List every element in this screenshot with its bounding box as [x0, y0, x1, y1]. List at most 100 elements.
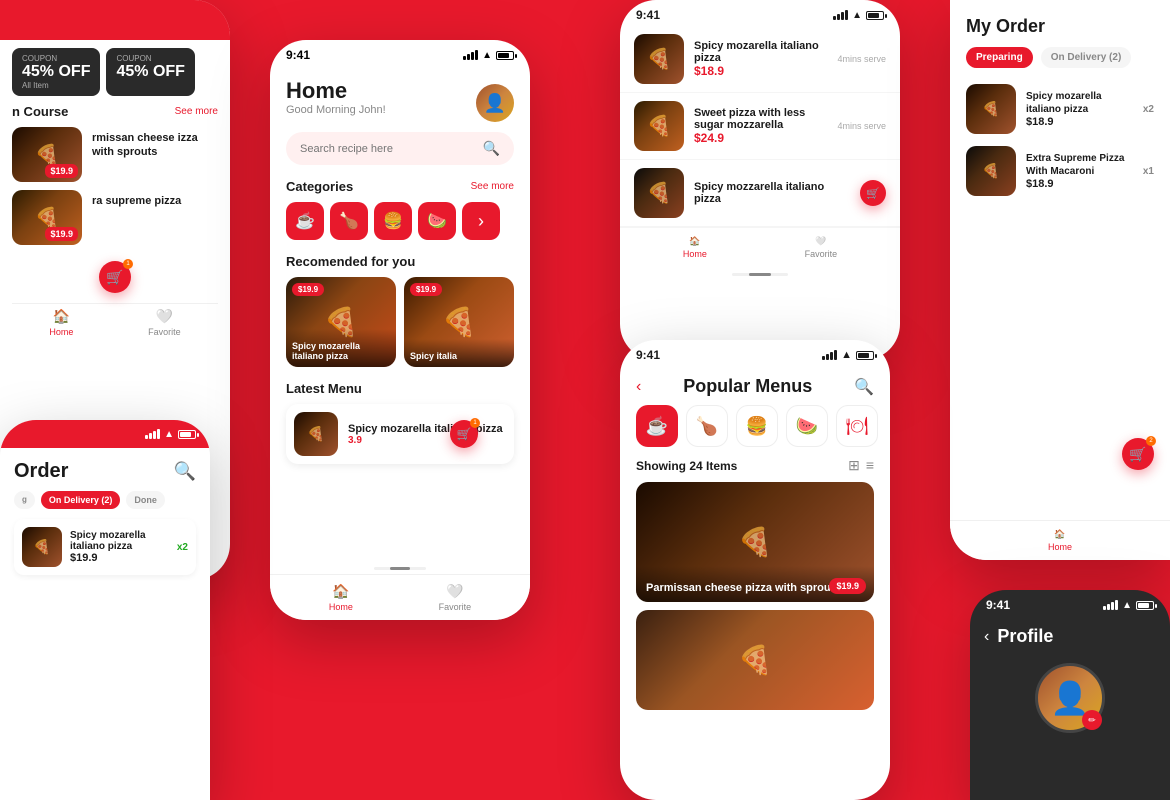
- battery-p3: [856, 351, 874, 360]
- battery-p5: [1136, 601, 1154, 610]
- nav-favorite-p1[interactable]: 🤍 Favorite: [439, 583, 472, 612]
- cat-btn-drinks[interactable]: ☕: [286, 202, 324, 240]
- tab-p4-preparing[interactable]: g: [14, 491, 35, 509]
- cart-fab-p6[interactable]: 🛒 1: [99, 261, 131, 293]
- add-to-cart-btn[interactable]: 🛒 1: [450, 420, 478, 448]
- status-bar-p1: 9:41 ▲: [270, 40, 530, 66]
- mli-serve-1: 4mins serve: [837, 54, 886, 64]
- list-view-icon[interactable]: ≡: [866, 457, 874, 474]
- course-item-1-name: rmissan cheese izza with sprouts: [92, 131, 218, 160]
- rec-price-2: $19.9: [410, 283, 442, 296]
- cat-btn-fruit[interactable]: 🍉: [418, 202, 456, 240]
- home-nav-icon: 🏠: [332, 583, 349, 600]
- nav-home-p7[interactable]: 🏠 Home: [683, 236, 707, 259]
- rec-card-1[interactable]: $19.9 Spicy mozarella italiano pizza: [286, 277, 396, 367]
- mli-img-3: [634, 168, 684, 218]
- nav-home-p2[interactable]: 🏠 Home: [1048, 529, 1072, 552]
- phone-profile: 9:41 ▲ ‹ Profile 👤 ✏: [970, 590, 1170, 800]
- coupon-1-sub: All Item: [22, 81, 90, 90]
- status-bar-p7: 9:41 ▲: [620, 0, 900, 26]
- cat-btn-burger[interactable]: 🍔: [374, 202, 412, 240]
- nav-favorite-p6[interactable]: 🤍 Favorite: [148, 308, 181, 337]
- latest-item-info: Spicy mozarella italiano pizza 3.9: [348, 423, 503, 446]
- order4-item-1[interactable]: Spicy mozarella italiano pizza $19.9 x2: [14, 519, 196, 575]
- rec-card-2[interactable]: $19.9 Spicy italia: [404, 277, 514, 367]
- coupon-2[interactable]: COUPON 45% OFF: [106, 48, 194, 96]
- pop-item-2[interactable]: [636, 610, 874, 710]
- user-avatar[interactable]: 👤: [476, 84, 514, 122]
- order-item-2[interactable]: Extra Supreme Pizza With Macaroni $18.9 …: [966, 146, 1154, 196]
- pop-cat-drinks[interactable]: ☕: [636, 405, 678, 447]
- grid-view-icon[interactable]: ⊞: [848, 457, 860, 474]
- mli-info-2: Sweet pizza with less sugar mozzarella $…: [694, 107, 827, 145]
- pop-item-1[interactable]: Parmissan cheese pizza with sprouts $19.…: [636, 482, 874, 602]
- tab-p4-done[interactable]: Done: [126, 491, 165, 509]
- order-item-2-name: Extra Supreme Pizza With Macaroni: [1026, 152, 1133, 178]
- signal-p4: [145, 429, 160, 439]
- see-more-course[interactable]: See more: [175, 106, 218, 117]
- mli-serve-2: 4mins serve: [837, 121, 886, 131]
- latest-item-img: [294, 412, 338, 456]
- favorite-icon-p6: 🤍: [156, 308, 173, 325]
- nav-home-p6[interactable]: 🏠 Home: [49, 308, 73, 337]
- see-more-categories[interactable]: See more: [471, 181, 514, 192]
- cart-fab-menu[interactable]: 🛒: [860, 180, 886, 206]
- coupon-1[interactable]: COUPON 45% OFF All Item: [12, 48, 100, 96]
- profile-edit-btn[interactable]: ✏: [1082, 710, 1102, 730]
- order-item-1[interactable]: Spicy mozarella italiano pizza $18.9 x2: [966, 84, 1154, 134]
- order-item-1-qty: x2: [1143, 104, 1154, 115]
- back-btn-p5[interactable]: ‹: [984, 628, 989, 646]
- order4-title: Order: [14, 460, 68, 483]
- mli-info-1: Spicy mozarella italiano pizza $18.9: [694, 40, 827, 78]
- search-icon-p4[interactable]: 🔍: [174, 461, 196, 482]
- latest-item-1[interactable]: Spicy mozarella italiano pizza 3.9 🛒 1: [286, 404, 514, 464]
- search-icon-p3[interactable]: 🔍: [854, 377, 874, 397]
- pop-cat-chicken[interactable]: 🍗: [686, 405, 728, 447]
- showing-count: Showing 24 Items: [636, 459, 737, 473]
- profile-header: ‹ Profile: [970, 616, 1170, 655]
- cat-btn-chicken[interactable]: 🍗: [330, 202, 368, 240]
- menu-list-item-2[interactable]: Sweet pizza with less sugar mozzarella $…: [620, 93, 900, 160]
- pop-cat-other[interactable]: 🍽: [836, 405, 878, 447]
- search-input[interactable]: [300, 143, 483, 155]
- mli-price-2: $24.9: [694, 131, 827, 145]
- p2-nav: 🏠 Home: [950, 520, 1170, 560]
- rec-label-1: Spicy mozarella italiano pizza: [286, 329, 396, 367]
- order4-item-img: [22, 527, 62, 567]
- coupon-2-label: COUPON: [116, 54, 184, 63]
- home-title: Home: [286, 78, 386, 104]
- pop-cat-fruit[interactable]: 🍉: [786, 405, 828, 447]
- cat-next-arrow[interactable]: ›: [462, 202, 500, 240]
- home-icon-p7: 🏠: [689, 236, 700, 247]
- phone-order-list: ▲ Order 🔍 g On Delivery (2) Done Spicy m…: [0, 420, 210, 800]
- order-item-1-price: $18.9: [1026, 116, 1133, 128]
- mli-img-1: [634, 34, 684, 84]
- categories-row: ☕ 🍗 🍔 🍉 ›: [286, 202, 514, 240]
- course-item-1-price: $19.9: [45, 164, 78, 178]
- menu-list-item-1[interactable]: Spicy mozarella italiano pizza $18.9 4mi…: [620, 26, 900, 93]
- course-item-2-price: $19.9: [45, 227, 78, 241]
- menu-list-item-3[interactable]: Spicy mozzarella italiano pizza 🛒: [620, 160, 900, 227]
- popular-grid: Parmissan cheese pizza with sprouts $19.…: [620, 482, 890, 710]
- nav-fav-p7[interactable]: 🤍 Favorite: [805, 236, 838, 259]
- course-item-2-img: $19.9: [12, 190, 82, 245]
- nav-home-p1[interactable]: 🏠 Home: [329, 583, 353, 612]
- course-item-2-name: ra supreme pizza: [92, 194, 218, 208]
- pop-cat-burger[interactable]: 🍔: [736, 405, 778, 447]
- cart-fab-p2[interactable]: 🛒 2: [1122, 438, 1154, 470]
- order-item-2-qty: x1: [1143, 166, 1154, 177]
- back-btn-p3[interactable]: ‹: [636, 378, 641, 396]
- fav-icon-p7: 🤍: [815, 236, 826, 247]
- search-bar[interactable]: 🔍: [286, 132, 514, 165]
- tab-p4-on-delivery[interactable]: On Delivery (2): [41, 491, 121, 509]
- view-toggle[interactable]: ⊞ ≡: [848, 457, 874, 474]
- order-item-1-img: [966, 84, 1016, 134]
- coupon-1-label: COUPON: [22, 54, 90, 63]
- my-order-header: My Order Preparing On Delivery (2): [950, 0, 1170, 76]
- latest-title: Latest Menu: [286, 381, 362, 396]
- wifi-icon-p7: ▲: [852, 10, 862, 21]
- order-item-1-info: Spicy mozarella italiano pizza $18.9: [1026, 90, 1133, 128]
- mli-info-3: Spicy mozzarella italiano pizza: [694, 181, 850, 205]
- tab-preparing[interactable]: Preparing: [966, 47, 1033, 68]
- tab-on-delivery[interactable]: On Delivery (2): [1041, 47, 1132, 68]
